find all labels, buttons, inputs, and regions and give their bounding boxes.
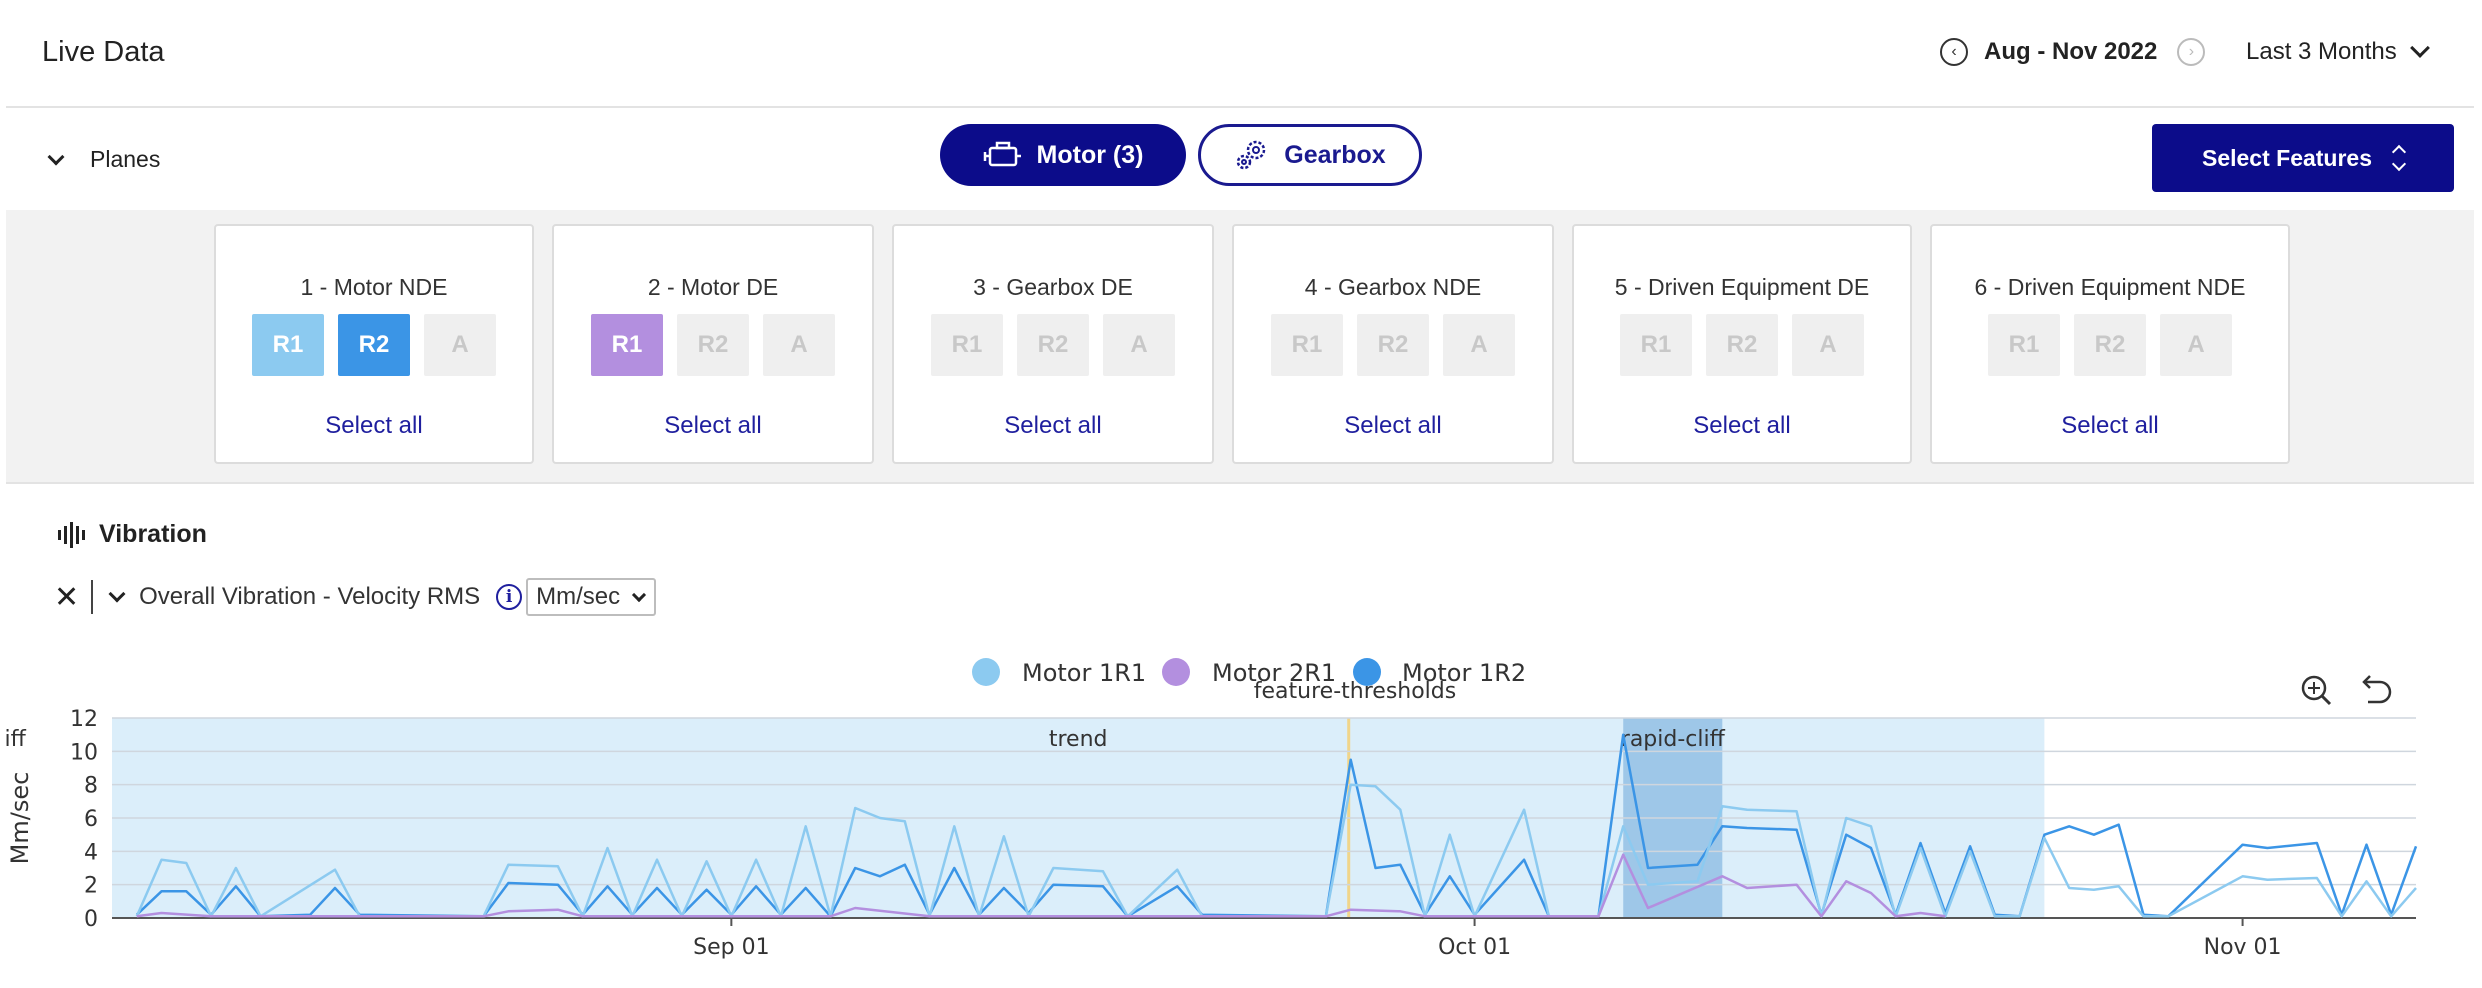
plane-name: 2 - Motor DE: [647, 274, 779, 300]
select-all-link[interactable]: Select all: [1234, 412, 1552, 440]
select-all-link[interactable]: Select all: [1574, 412, 1910, 440]
vibration-chart: Motor 1R1 Motor 2R1 Motor 1R2 feature-th…: [6, 658, 2418, 960]
chip-r2[interactable]: R2: [2074, 314, 2146, 376]
chip-a[interactable]: A: [1792, 314, 1864, 376]
threshold-label: feature-thresholds: [1254, 679, 1456, 704]
chip-a[interactable]: A: [763, 314, 835, 376]
plane-name: 6 - Driven Equipment NDE: [1974, 274, 2246, 300]
chip-a[interactable]: A: [2160, 314, 2232, 376]
tab-motor-label: Motor (3): [1036, 140, 1144, 169]
plane-card: 6 - Driven Equipment NDE R1 R2 A Select …: [1930, 224, 2290, 464]
tab-gearbox[interactable]: Gearbox: [1198, 124, 1422, 186]
chip-r1[interactable]: R1: [1988, 314, 2060, 376]
select-all-link[interactable]: Select all: [216, 412, 532, 440]
motor-icon: [983, 141, 1021, 167]
y-tick-label: 6: [84, 807, 98, 832]
legend-swatch-motor-2r1: [1162, 658, 1190, 686]
chip-r2[interactable]: R2: [1706, 314, 1778, 376]
chip-r1[interactable]: R1: [252, 314, 324, 376]
planes-bar: Planes Motor (3) Gearbox Select Features: [6, 110, 2474, 210]
period-select-label: Last 3 Months: [2246, 38, 2397, 65]
legend-label: Motor 1R1: [1022, 659, 1146, 687]
chip-r2[interactable]: R2: [338, 314, 410, 376]
plane-card: 3 - Gearbox DE R1 R2 A Select all: [892, 224, 1214, 464]
gears-icon: [1237, 140, 1266, 170]
sort-updown-icon: [2391, 144, 2407, 172]
plane-chips: R1 R2 A: [1932, 314, 2288, 376]
planes-grid: 1 - Motor NDE R1 R2 A Select all 2 - Mot…: [6, 210, 2474, 484]
date-range-navigator: ‹ Aug - Nov 2022 ›: [1940, 38, 2206, 66]
chip-r2[interactable]: R2: [1017, 314, 1089, 376]
y-axis-label: Mm/sec: [6, 772, 34, 865]
page-title: Live Data: [42, 36, 165, 68]
date-range-label: Aug - Nov 2022: [1984, 38, 2158, 65]
plane-chips: R1 R2 A: [216, 314, 532, 376]
plane-card: 2 - Motor DE R1 R2 A Select all: [552, 224, 874, 464]
reset-zoom-icon[interactable]: [2362, 675, 2392, 704]
header-bar: Live Data ‹ Aug - Nov 2022 › Last 3 Mont…: [6, 0, 2474, 108]
planes-toggle-label: Planes: [90, 146, 161, 172]
y-tick-label: 4: [84, 840, 98, 865]
chip-r2[interactable]: R2: [677, 314, 749, 376]
plane-chips: R1 R2 A: [1234, 314, 1552, 376]
select-features-button[interactable]: Select Features: [2152, 124, 2454, 192]
chevron-down-icon: [47, 148, 65, 165]
select-all-link[interactable]: Select all: [554, 412, 872, 440]
chevron-left-circle-icon[interactable]: ‹: [1940, 38, 1968, 66]
tab-gearbox-label: Gearbox: [1284, 140, 1386, 169]
plane-name: 4 - Gearbox NDE: [1304, 274, 1482, 300]
y-tick-label: 10: [70, 740, 98, 765]
vibration-section: Vibration ✕ Overall Vibration - Velocity…: [6, 486, 2474, 988]
y-tick-label: 0: [84, 907, 98, 932]
y-tick-label: 2: [84, 874, 98, 899]
plane-name: 1 - Motor NDE: [300, 274, 448, 300]
select-all-link[interactable]: Select all: [1932, 412, 2288, 440]
tab-motor[interactable]: Motor (3): [940, 124, 1186, 186]
y-tick-label: 8: [84, 774, 98, 799]
legend-item[interactable]: Motor 1R1: [972, 658, 1146, 687]
chip-r1[interactable]: R1: [931, 314, 1003, 376]
chip-a[interactable]: A: [1443, 314, 1515, 376]
chip-r1[interactable]: R1: [1271, 314, 1343, 376]
plane-name: 5 - Driven Equipment DE: [1614, 274, 1870, 300]
chip-r1[interactable]: R1: [1620, 314, 1692, 376]
annotation-label: cliff: [6, 727, 27, 752]
plane-card: 5 - Driven Equipment DE R1 R2 A Select a…: [1572, 224, 1912, 464]
plane-card: 4 - Gearbox NDE R1 R2 A Select all: [1232, 224, 1554, 464]
plane-card: 1 - Motor NDE R1 R2 A Select all: [214, 224, 534, 464]
legend-swatch-motor-1r1: [972, 658, 1000, 686]
chip-a[interactable]: A: [1103, 314, 1175, 376]
chevron-right-circle-icon[interactable]: ›: [2177, 38, 2206, 66]
x-tick-label: Oct 01: [1438, 935, 1511, 960]
plane-chips: R1 R2 A: [1574, 314, 1910, 376]
period-select[interactable]: Last 3 Months: [2246, 38, 2430, 66]
planes-toggle[interactable]: Planes: [47, 146, 161, 173]
plane-chips: R1 R2 A: [554, 314, 872, 376]
y-tick-label: 12: [70, 707, 98, 732]
select-features-label: Select Features: [2201, 144, 2373, 171]
chevron-down-icon: [2409, 38, 2430, 58]
annotation-label: trend: [1049, 727, 1108, 752]
chip-r1[interactable]: R1: [591, 314, 663, 376]
plane-name: 3 - Gearbox DE: [973, 274, 1133, 300]
zoom-icon[interactable]: [2301, 675, 2332, 706]
select-all-link[interactable]: Select all: [894, 412, 1212, 440]
chip-r2[interactable]: R2: [1357, 314, 1429, 376]
x-tick-label: Nov 01: [2204, 935, 2282, 960]
plane-chips: R1 R2 A: [894, 314, 1212, 376]
x-tick-label: Sep 01: [693, 935, 769, 960]
annotation-label: rapid-cliff: [1621, 727, 1726, 752]
chip-a[interactable]: A: [424, 314, 496, 376]
plot-area[interactable]: 0 2 4 6 8 10 12 Sep 01 Oct 01 Nov 01 Mm/sec cliff tr…: [6, 707, 2418, 960]
